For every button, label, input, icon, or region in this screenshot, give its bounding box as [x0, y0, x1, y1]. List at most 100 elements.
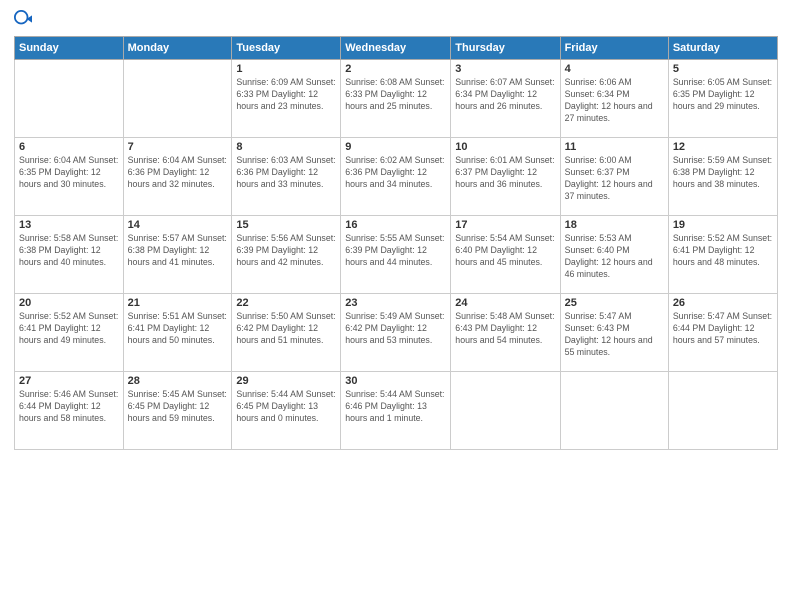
- day-number: 16: [345, 219, 446, 231]
- day-number: 6: [19, 141, 119, 153]
- day-number: 8: [236, 141, 336, 153]
- header-sunday: Sunday: [15, 37, 124, 60]
- day-info: Sunrise: 5:55 AM Sunset: 6:39 PM Dayligh…: [345, 233, 446, 269]
- calendar-cell: 26 Sunrise: 5:47 AM Sunset: 6:44 PM Dayli…: [668, 294, 777, 372]
- calendar-cell: 8 Sunrise: 6:03 AM Sunset: 6:36 PM Daylig…: [232, 138, 341, 216]
- day-info: Sunrise: 5:47 AM Sunset: 6:43 PM Dayligh…: [565, 311, 664, 359]
- calendar-cell: 9Sunrise: 6:02 AM Sunset: 6:36 PM Daylig…: [341, 138, 451, 216]
- calendar-header: SundayMondayTuesdayWednesdayThursdayFrid…: [15, 37, 778, 60]
- calendar-cell: 14Sunrise: 5:57 AM Sunset: 6:38 PM Dayli…: [123, 216, 232, 294]
- day-info: Sunrise: 5:52 AM Sunset: 6:41 PM Dayligh…: [673, 233, 773, 269]
- calendar-cell: 6 Sunrise: 6:04 AM Sunset: 6:35 PM Daylig…: [15, 138, 124, 216]
- calendar-body: 1 Sunrise: 6:09 AM Sunset: 6:33 PM Daylig…: [15, 60, 778, 450]
- day-number: 29: [236, 375, 336, 387]
- calendar-cell: 18Sunrise: 5:53 AM Sunset: 6:40 PM Dayli…: [560, 216, 668, 294]
- day-number: 18: [565, 219, 664, 231]
- day-info: Sunrise: 5:44 AM Sunset: 6:46 PM Dayligh…: [345, 389, 446, 425]
- day-number: 26: [673, 297, 773, 309]
- day-info: Sunrise: 6:03 AM Sunset: 6:36 PM Dayligh…: [236, 155, 336, 191]
- day-number: 24: [455, 297, 555, 309]
- day-number: 4: [565, 63, 664, 75]
- day-info: Sunrise: 5:57 AM Sunset: 6:38 PM Dayligh…: [128, 233, 228, 269]
- day-number: 20: [19, 297, 119, 309]
- header-thursday: Thursday: [451, 37, 560, 60]
- calendar-cell: 3Sunrise: 6:07 AM Sunset: 6:34 PM Daylig…: [451, 60, 560, 138]
- calendar-cell: 2 Sunrise: 6:08 AM Sunset: 6:33 PM Daylig…: [341, 60, 451, 138]
- day-number: 1: [236, 63, 336, 75]
- calendar-cell: 11 Sunrise: 6:00 AM Sunset: 6:37 PM Dayli…: [560, 138, 668, 216]
- day-info: Sunrise: 5:56 AM Sunset: 6:39 PM Dayligh…: [236, 233, 336, 269]
- calendar-cell: 1 Sunrise: 6:09 AM Sunset: 6:33 PM Daylig…: [232, 60, 341, 138]
- day-number: 10: [455, 141, 555, 153]
- calendar-cell: 17 Sunrise: 5:54 AM Sunset: 6:40 PM Dayli…: [451, 216, 560, 294]
- calendar-cell: 12Sunrise: 5:59 AM Sunset: 6:38 PM Dayli…: [668, 138, 777, 216]
- day-info: Sunrise: 5:58 AM Sunset: 6:38 PM Dayligh…: [19, 233, 119, 269]
- day-number: 5: [673, 63, 773, 75]
- day-number: 15: [236, 219, 336, 231]
- day-info: Sunrise: 6:09 AM Sunset: 6:33 PM Dayligh…: [236, 77, 336, 113]
- day-info: Sunrise: 5:46 AM Sunset: 6:44 PM Dayligh…: [19, 389, 119, 425]
- calendar-cell: 4Sunrise: 6:06 AM Sunset: 6:34 PM Daylig…: [560, 60, 668, 138]
- calendar-cell: 30 Sunrise: 5:44 AM Sunset: 6:46 PM Dayli…: [341, 372, 451, 450]
- day-number: 25: [565, 297, 664, 309]
- header-friday: Friday: [560, 37, 668, 60]
- day-number: 11: [565, 141, 664, 153]
- calendar-cell: 19 Sunrise: 5:52 AM Sunset: 6:41 PM Dayli…: [668, 216, 777, 294]
- day-info: Sunrise: 5:45 AM Sunset: 6:45 PM Dayligh…: [128, 389, 228, 425]
- header-wednesday: Wednesday: [341, 37, 451, 60]
- calendar-cell: 20 Sunrise: 5:52 AM Sunset: 6:41 PM Dayli…: [15, 294, 124, 372]
- day-info: Sunrise: 5:52 AM Sunset: 6:41 PM Dayligh…: [19, 311, 119, 347]
- week-row-3: 20 Sunrise: 5:52 AM Sunset: 6:41 PM Dayli…: [15, 294, 778, 372]
- day-info: Sunrise: 6:05 AM Sunset: 6:35 PM Dayligh…: [673, 77, 773, 113]
- calendar-cell: 27 Sunrise: 5:46 AM Sunset: 6:44 PM Dayli…: [15, 372, 124, 450]
- day-info: Sunrise: 5:54 AM Sunset: 6:40 PM Dayligh…: [455, 233, 555, 269]
- day-info: Sunrise: 5:51 AM Sunset: 6:41 PM Dayligh…: [128, 311, 228, 347]
- calendar-cell: 10 Sunrise: 6:01 AM Sunset: 6:37 PM Dayli…: [451, 138, 560, 216]
- week-row-1: 6 Sunrise: 6:04 AM Sunset: 6:35 PM Daylig…: [15, 138, 778, 216]
- day-info: Sunrise: 5:50 AM Sunset: 6:42 PM Dayligh…: [236, 311, 336, 347]
- day-info: Sunrise: 6:07 AM Sunset: 6:34 PM Dayligh…: [455, 77, 555, 113]
- calendar-cell: [15, 60, 124, 138]
- day-info: Sunrise: 5:49 AM Sunset: 6:42 PM Dayligh…: [345, 311, 446, 347]
- calendar-cell: [560, 372, 668, 450]
- day-info: Sunrise: 6:00 AM Sunset: 6:37 PM Dayligh…: [565, 155, 664, 203]
- calendar-cell: 24 Sunrise: 5:48 AM Sunset: 6:43 PM Dayli…: [451, 294, 560, 372]
- calendar-table: SundayMondayTuesdayWednesdayThursdayFrid…: [14, 36, 778, 450]
- page-container: SundayMondayTuesdayWednesdayThursdayFrid…: [0, 0, 792, 612]
- day-info: Sunrise: 5:48 AM Sunset: 6:43 PM Dayligh…: [455, 311, 555, 347]
- day-info: Sunrise: 6:01 AM Sunset: 6:37 PM Dayligh…: [455, 155, 555, 191]
- calendar-cell: 7 Sunrise: 6:04 AM Sunset: 6:36 PM Daylig…: [123, 138, 232, 216]
- week-row-2: 13 Sunrise: 5:58 AM Sunset: 6:38 PM Dayli…: [15, 216, 778, 294]
- day-info: Sunrise: 6:04 AM Sunset: 6:36 PM Dayligh…: [128, 155, 228, 191]
- day-number: 27: [19, 375, 119, 387]
- week-row-0: 1 Sunrise: 6:09 AM Sunset: 6:33 PM Daylig…: [15, 60, 778, 138]
- calendar-cell: [123, 60, 232, 138]
- day-number: 13: [19, 219, 119, 231]
- day-info: Sunrise: 6:02 AM Sunset: 6:36 PM Dayligh…: [345, 155, 446, 191]
- day-info: Sunrise: 5:47 AM Sunset: 6:44 PM Dayligh…: [673, 311, 773, 347]
- day-info: Sunrise: 6:08 AM Sunset: 6:33 PM Dayligh…: [345, 77, 446, 113]
- day-info: Sunrise: 6:04 AM Sunset: 6:35 PM Dayligh…: [19, 155, 119, 191]
- header-saturday: Saturday: [668, 37, 777, 60]
- calendar-cell: [668, 372, 777, 450]
- calendar-cell: 21 Sunrise: 5:51 AM Sunset: 6:41 PM Dayli…: [123, 294, 232, 372]
- header-tuesday: Tuesday: [232, 37, 341, 60]
- header: [14, 10, 778, 28]
- calendar-cell: 29 Sunrise: 5:44 AM Sunset: 6:45 PM Dayli…: [232, 372, 341, 450]
- day-number: 19: [673, 219, 773, 231]
- calendar-cell: 15 Sunrise: 5:56 AM Sunset: 6:39 PM Dayli…: [232, 216, 341, 294]
- day-number: 30: [345, 375, 446, 387]
- day-number: 21: [128, 297, 228, 309]
- day-number: 7: [128, 141, 228, 153]
- calendar-cell: [451, 372, 560, 450]
- calendar-cell: 25 Sunrise: 5:47 AM Sunset: 6:43 PM Dayli…: [560, 294, 668, 372]
- week-row-4: 27 Sunrise: 5:46 AM Sunset: 6:44 PM Dayli…: [15, 372, 778, 450]
- day-number: 28: [128, 375, 228, 387]
- day-number: 2: [345, 63, 446, 75]
- day-number: 23: [345, 297, 446, 309]
- day-info: Sunrise: 5:44 AM Sunset: 6:45 PM Dayligh…: [236, 389, 336, 425]
- day-number: 17: [455, 219, 555, 231]
- logo: [14, 10, 34, 28]
- logo-icon: [14, 10, 32, 28]
- day-info: Sunrise: 5:59 AM Sunset: 6:38 PM Dayligh…: [673, 155, 773, 191]
